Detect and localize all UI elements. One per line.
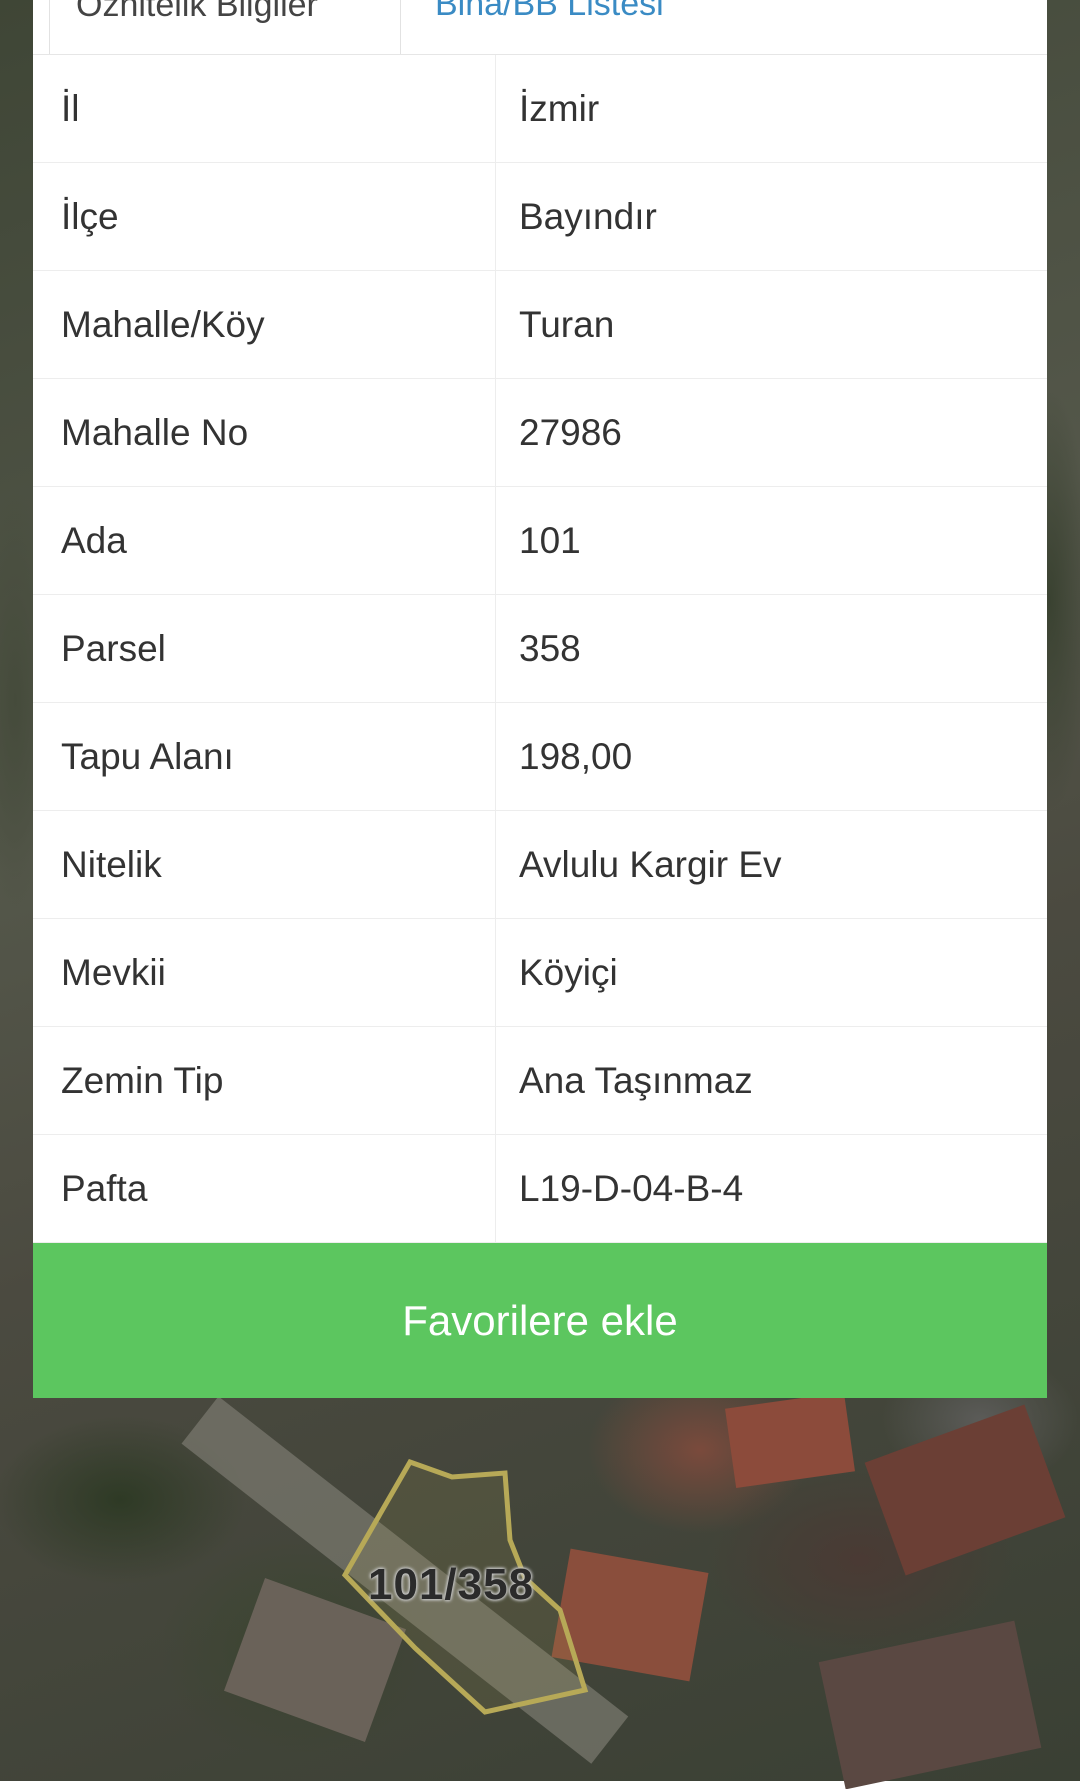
attribute-key: Mahalle/Köy bbox=[33, 271, 496, 378]
attribute-key: Ada bbox=[33, 487, 496, 594]
attribute-key: İl bbox=[33, 55, 496, 162]
table-row: Tapu Alanı 198,00 bbox=[33, 703, 1047, 811]
attribute-key: Zemin Tip bbox=[33, 1027, 496, 1134]
table-row: Zemin Tip Ana Taşınmaz bbox=[33, 1027, 1047, 1135]
attribute-key: Nitelik bbox=[33, 811, 496, 918]
attribute-value: Bayındır bbox=[496, 163, 1047, 270]
attribute-value: Avlulu Kargir Ev bbox=[496, 811, 1047, 918]
attribute-table: İl İzmir İlçe Bayındır Mahalle/Köy Turan… bbox=[33, 55, 1047, 1243]
table-row: Ada 101 bbox=[33, 487, 1047, 595]
attribute-key: Pafta bbox=[33, 1135, 496, 1242]
attribute-value: Turan bbox=[519, 303, 615, 345]
attribute-key: Mahalle No bbox=[33, 379, 496, 486]
attribute-panel: Öznitelik Bilgiler Bina/BB Listesi İl İz… bbox=[33, 0, 1047, 1398]
attribute-key: Parsel bbox=[33, 595, 496, 702]
attribute-key: Mevkii bbox=[33, 919, 496, 1026]
attribute-value: Ana Taşınmaz bbox=[496, 1027, 1047, 1134]
table-row: Pafta L19-D-04-B-4 bbox=[33, 1135, 1047, 1243]
tab-attribute-info[interactable]: Öznitelik Bilgiler bbox=[49, 0, 401, 54]
table-row: Mevkii Köyiçi bbox=[33, 919, 1047, 1027]
table-row: Mahalle/Köy Turan bbox=[33, 271, 1047, 379]
table-row: İlçe Bayındır bbox=[33, 163, 1047, 271]
attribute-value: 198,00 bbox=[519, 735, 633, 777]
tab-building-list[interactable]: Bina/BB Listesi bbox=[409, 0, 829, 54]
attribute-value: 101 bbox=[519, 519, 581, 561]
table-row: Mahalle No 27986 bbox=[33, 379, 1047, 487]
table-row: İl İzmir bbox=[33, 55, 1047, 163]
attribute-value: 27986 bbox=[496, 379, 1047, 486]
table-row: Parsel 358 bbox=[33, 595, 1047, 703]
tab-bar: Öznitelik Bilgiler Bina/BB Listesi bbox=[33, 0, 1047, 55]
attribute-value: Köyiçi bbox=[519, 951, 618, 993]
attribute-value: L19-D-04-B-4 bbox=[519, 1167, 744, 1209]
attribute-value: 358 bbox=[496, 595, 1047, 702]
table-row: Nitelik Avlulu Kargir Ev bbox=[33, 811, 1047, 919]
parcel-label: 101/358 bbox=[368, 1560, 535, 1609]
attribute-key: İlçe bbox=[33, 163, 496, 270]
attribute-value: İzmir bbox=[519, 87, 600, 129]
add-to-favorites-button[interactable]: Favorilere ekle bbox=[33, 1243, 1047, 1398]
attribute-key: Tapu Alanı bbox=[33, 703, 496, 810]
